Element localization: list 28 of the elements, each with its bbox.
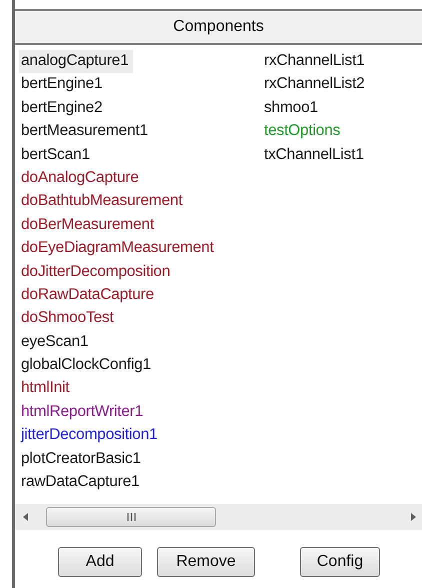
component-item[interactable]: bertEngine1	[19, 73, 106, 97]
component-item[interactable]: shmoo1	[262, 96, 322, 120]
component-item[interactable]: jitterDecomposition1	[19, 424, 162, 448]
component-item[interactable]: txChannelList1	[262, 144, 368, 167]
component-item[interactable]: htmlReportWriter1	[19, 400, 148, 424]
component-item[interactable]: doBerMeasurement	[19, 214, 158, 238]
component-item[interactable]: globalClockConfig1	[19, 354, 155, 378]
component-item[interactable]: doAnalogCapture	[19, 166, 143, 190]
component-item[interactable]: testOptions	[262, 120, 344, 144]
component-item[interactable]: eyeScan1	[19, 330, 92, 354]
component-item[interactable]: doJitterDecomposition	[19, 260, 174, 284]
component-item[interactable]: rxChannelList1	[262, 50, 369, 74]
component-item[interactable]: bertScan1	[19, 144, 94, 167]
component-item[interactable]: analogCapture1	[19, 50, 133, 74]
component-item[interactable]: doBathtubMeasurement	[19, 190, 186, 214]
component-item[interactable]: htmlInit	[19, 377, 74, 401]
component-item[interactable]: rxChannelList2	[262, 73, 369, 97]
component-item[interactable]: plotCreatorBasic1	[19, 448, 145, 472]
dialog-button[interactable]: Add	[58, 547, 142, 578]
component-item[interactable]: doEyeDiagramMeasurement	[19, 237, 218, 261]
dialog-button[interactable]: Remove	[157, 547, 255, 578]
component-item[interactable]: doRawDataCapture	[19, 284, 158, 308]
panel-title: Components	[173, 18, 264, 36]
component-item[interactable]: bertEngine2	[19, 96, 106, 120]
component-item[interactable]: bertMeasurement1	[19, 120, 152, 144]
component-item[interactable]: rawDataCapture1	[19, 471, 144, 494]
dialog-button[interactable]: Config	[300, 547, 380, 578]
component-item[interactable]: doShmooTest	[19, 307, 118, 331]
